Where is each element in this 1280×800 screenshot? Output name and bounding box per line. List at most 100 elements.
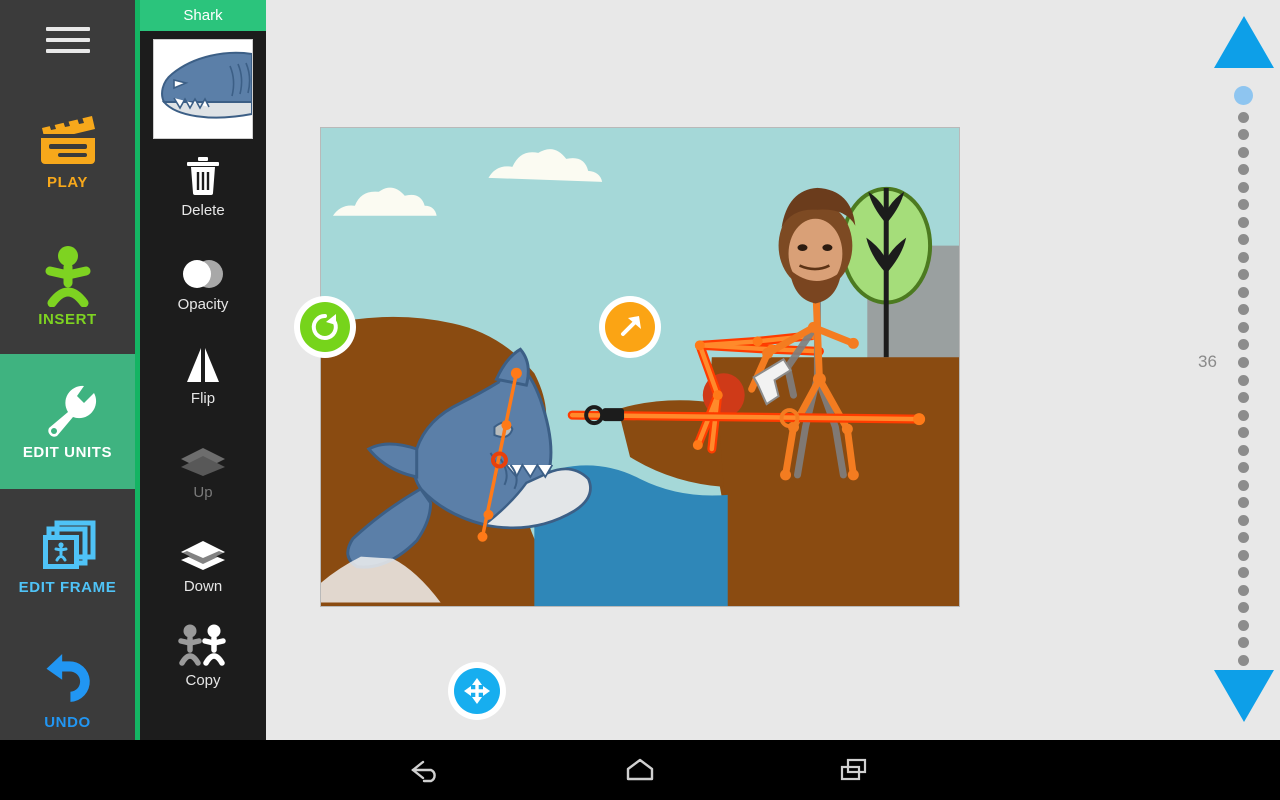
layer-up-icon [179, 436, 227, 478]
right-cliff [710, 357, 959, 606]
frame-dot[interactable] [1237, 304, 1249, 316]
tool-delete[interactable]: Delete [140, 139, 266, 233]
current-frame-number: 36 [1198, 352, 1217, 371]
frame-dot[interactable] [1237, 392, 1249, 404]
frame-dot[interactable] [1237, 514, 1249, 526]
stick-figure-icon [45, 246, 90, 307]
scale-handle-button[interactable] [599, 296, 661, 358]
frames-icon [42, 520, 95, 569]
tool-opacity[interactable]: Opacity [140, 233, 266, 327]
frame-dot[interactable] [1237, 567, 1249, 579]
rig-joint [510, 367, 522, 379]
rail-item-play[interactable]: PLAY [0, 84, 135, 219]
frame-dot[interactable] [1237, 497, 1249, 509]
frame-dot[interactable] [1237, 584, 1249, 596]
left-nav-rail: PLAY INSERT EDIT UNITS EDIT FRAME UNDO [0, 0, 135, 740]
frame-dot[interactable] [1237, 602, 1249, 614]
frame-dot[interactable] [1237, 129, 1249, 141]
nav-recent-apps-button[interactable] [747, 740, 961, 800]
frame-dot[interactable] [1237, 655, 1249, 666]
frame-dot[interactable] [1237, 427, 1249, 439]
frame-dot-track[interactable] [1233, 86, 1253, 666]
hamburger-menu-icon [45, 20, 90, 60]
diagonal-arrow-icon [605, 302, 655, 352]
tool-up[interactable]: Up [140, 421, 266, 515]
wrench-icon [47, 385, 96, 437]
rig-joint [483, 509, 494, 520]
nav-home-button[interactable] [533, 740, 747, 800]
frame-dot[interactable] [1237, 549, 1249, 561]
rail-item-label: INSERT [38, 311, 97, 328]
rotate-arrow-icon [300, 302, 350, 352]
rail-item-undo[interactable]: UNDO [0, 624, 135, 759]
undo-arrow-icon [46, 654, 90, 702]
frame-dot[interactable] [1237, 181, 1249, 193]
frame-dot[interactable] [1237, 637, 1249, 649]
tool-label: Down [183, 577, 223, 595]
tool-label: Up [193, 483, 213, 501]
frame-dot[interactable] [1237, 234, 1249, 246]
move-handle-button[interactable] [448, 662, 506, 720]
rail-item-label: PLAY [46, 174, 89, 191]
frame-dot[interactable] [1237, 146, 1249, 158]
triangle-up-icon[interactable] [1214, 16, 1274, 68]
unit-title-bar: Shark [140, 0, 266, 31]
home-icon [626, 758, 654, 781]
rail-item-edit-frame[interactable]: EDIT FRAME [0, 489, 135, 624]
rig-joint [501, 420, 512, 431]
frame-dot[interactable] [1237, 619, 1249, 631]
frame-dot-current[interactable] [1233, 86, 1253, 105]
frame-dot[interactable] [1237, 251, 1249, 263]
layer-down-icon [179, 530, 227, 572]
frame-slider[interactable]: 36 [1192, 0, 1280, 740]
rotate-handle-button[interactable] [294, 296, 356, 358]
shark-thumbnail-icon [154, 40, 252, 138]
frame-dot[interactable] [1237, 409, 1249, 421]
unit-tool-panel: Shark Delete Opacity Flip Up Down Copy [140, 0, 266, 740]
frame-dot[interactable] [1237, 339, 1249, 351]
rail-item-label: UNDO [44, 714, 91, 731]
frame-dot[interactable] [1237, 532, 1249, 544]
frame-dot[interactable] [1237, 321, 1249, 333]
tool-label: Opacity [177, 295, 229, 313]
frame-dot[interactable] [1237, 462, 1249, 474]
rail-item-insert[interactable]: INSERT [0, 219, 135, 354]
tool-down[interactable]: Down [140, 515, 266, 609]
frame-dot[interactable] [1237, 111, 1249, 123]
rail-item-label: EDIT FRAME [18, 579, 117, 596]
frame-dot[interactable] [1237, 374, 1249, 386]
animation-canvas[interactable] [320, 127, 960, 607]
recent-apps-icon [840, 758, 867, 781]
back-arrow-icon [411, 760, 436, 783]
rail-item-edit-units[interactable]: EDIT UNITS [0, 354, 135, 489]
frame-dot[interactable] [1237, 286, 1249, 298]
tool-flip[interactable]: Flip [140, 327, 266, 421]
opacity-circles-icon [179, 248, 227, 290]
clapperboard-icon [40, 116, 95, 164]
frame-dot[interactable] [1237, 164, 1249, 176]
unit-thumbnail[interactable] [153, 39, 253, 139]
frame-dot[interactable] [1237, 269, 1249, 281]
frame-dot[interactable] [1237, 216, 1249, 228]
app-root: PLAY INSERT EDIT UNITS EDIT FRAME UNDO S… [0, 0, 1280, 800]
hamburger-menu-button[interactable] [0, 0, 135, 80]
tool-label: Copy [185, 671, 221, 689]
frame-dot[interactable] [1237, 356, 1249, 368]
android-navigation-bar [0, 740, 1280, 800]
tool-copy[interactable]: Copy [140, 609, 266, 703]
frame-dot[interactable] [1237, 444, 1249, 456]
frame-dot[interactable] [1237, 199, 1249, 211]
rail-item-label: EDIT UNITS [22, 444, 113, 461]
flip-horizontal-icon [181, 342, 225, 384]
trash-icon [184, 154, 222, 196]
nav-back-button[interactable] [319, 740, 533, 800]
rig-joint [477, 531, 488, 542]
tool-label: Flip [190, 389, 216, 407]
move-cross-arrows-icon [454, 668, 500, 714]
frame-dot[interactable] [1237, 479, 1249, 491]
workspace: 36 [266, 0, 1280, 740]
tool-label: Delete [181, 201, 225, 219]
triangle-down-icon[interactable] [1214, 670, 1274, 722]
unit-title: Shark [183, 7, 223, 24]
copy-figures-icon [174, 624, 232, 666]
